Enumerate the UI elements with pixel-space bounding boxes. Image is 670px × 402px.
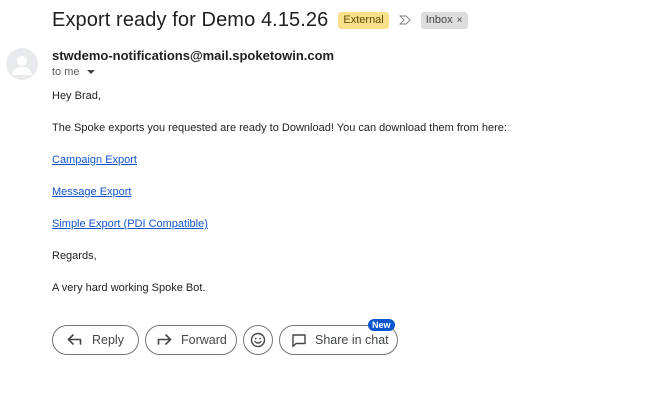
default-avatar-icon <box>12 56 32 75</box>
show-details-chevron-icon[interactable] <box>86 70 95 74</box>
recipient-line[interactable]: to me <box>52 66 95 78</box>
forward-label: Forward <box>181 333 227 347</box>
reply-label: Reply <box>92 333 124 347</box>
inbox-label-text: Inbox <box>425 13 453 26</box>
chat-bubble-icon <box>292 333 306 347</box>
reply-button[interactable]: Reply <box>52 325 139 355</box>
inbox-label-chip[interactable]: Inbox × <box>420 11 468 29</box>
email-subject: Export ready for Demo 4.15.26 <box>52 8 329 31</box>
share-in-chat-label: Share in chat <box>315 333 389 347</box>
subject-row: Export ready for Demo 4.15.26 External I… <box>52 8 468 32</box>
campaign-export-link[interactable]: Campaign Export <box>52 153 137 167</box>
avatar <box>6 48 38 80</box>
emoji-reaction-button[interactable] <box>243 325 273 355</box>
signature-text: A very hard working Spoke Bot. <box>52 282 206 294</box>
remove-label-icon[interactable]: × <box>457 14 463 27</box>
important-marker-icon[interactable] <box>399 14 411 26</box>
external-badge: External <box>338 11 389 29</box>
forward-arrow-icon <box>157 334 172 345</box>
smiley-icon <box>250 332 266 348</box>
intro-text: The Spoke exports you requested are read… <box>52 122 507 134</box>
simple-export-link[interactable]: Simple Export (PDI Compatible) <box>52 217 208 231</box>
recipient-text: to me <box>52 66 80 78</box>
new-feature-badge: New <box>368 319 395 331</box>
message-export-link[interactable]: Message Export <box>52 185 131 199</box>
sender-address: stwdemo-notifications@mail.spoketowin.co… <box>52 48 335 63</box>
greeting-text: Hey Brad, <box>52 90 101 102</box>
reply-arrow-icon <box>67 334 82 345</box>
regards-text: Regards, <box>52 250 97 262</box>
forward-button[interactable]: Forward <box>145 325 237 355</box>
